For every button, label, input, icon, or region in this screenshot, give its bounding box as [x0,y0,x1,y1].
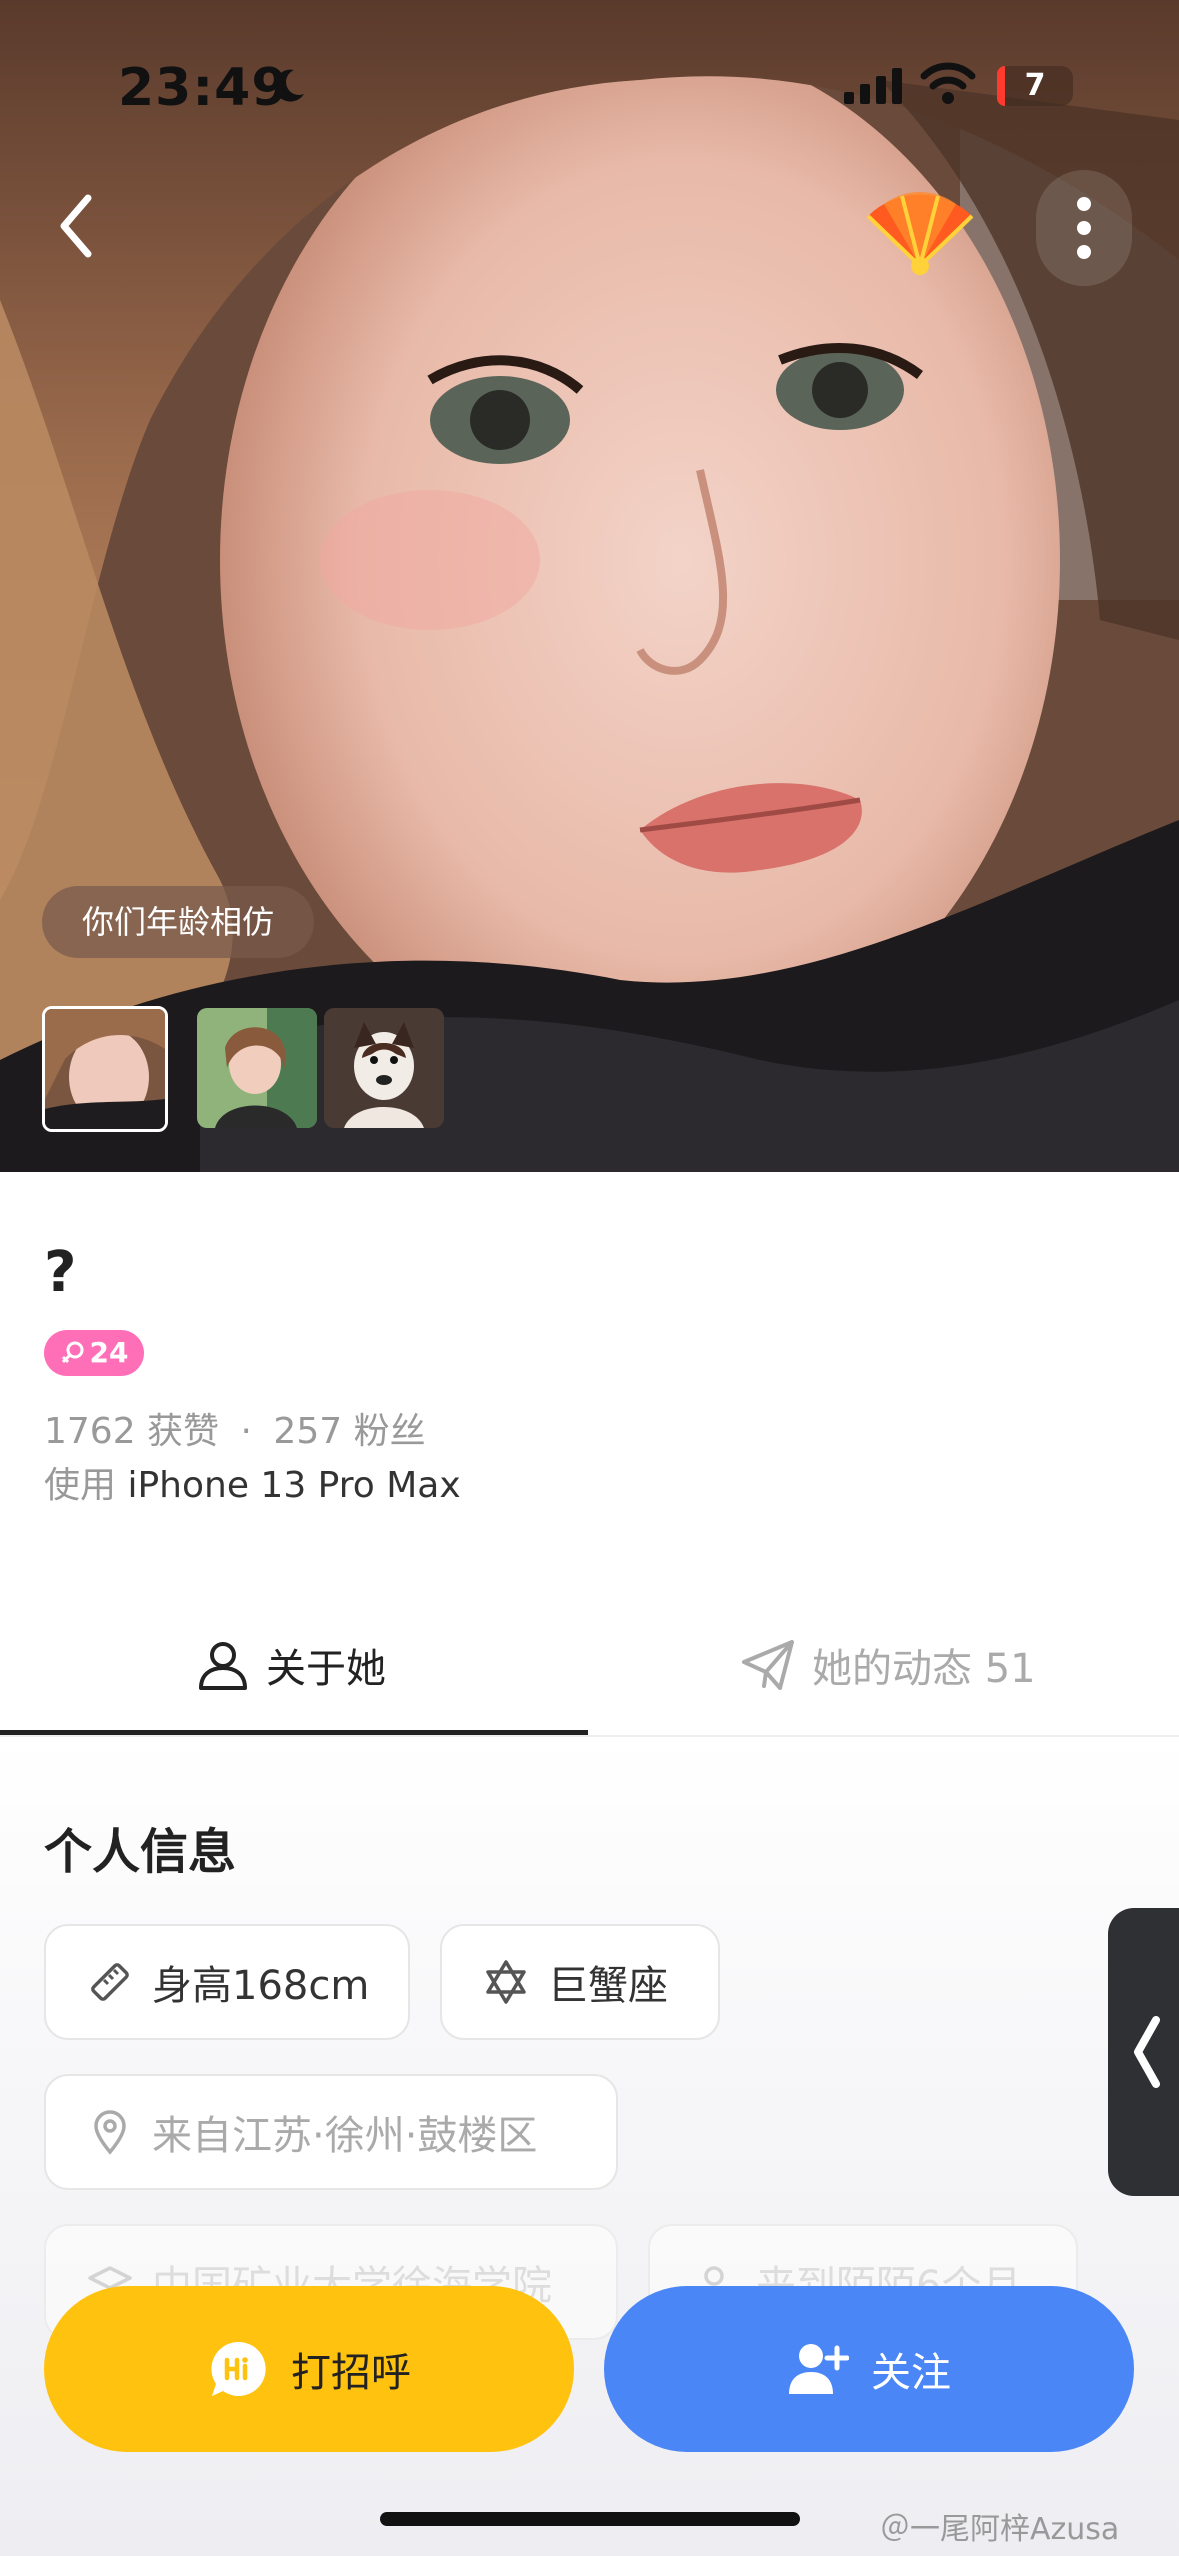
age-similar-tag: 你们年龄相仿 [42,886,315,958]
thumbnail-image [324,1008,444,1128]
status-time: 23:49 [118,58,289,118]
greet-button[interactable]: 打招呼 [44,2286,574,2452]
more-icon [1077,197,1091,259]
user-name: ? [44,1240,77,1305]
battery-percent: 7 [1024,68,1046,103]
thumbnail-1[interactable] [42,1006,168,1132]
home-indicator [380,2512,800,2526]
profile-stats: 1762 获赞 · 257 粉丝 [44,1402,426,1454]
hometown-chip: 来自江苏·徐州·鼓楼区 [44,2074,618,2190]
add-user-icon [789,2344,849,2394]
likes-count: 1762 获赞 [44,1411,220,1452]
watermark: ＠一尾阿梓Azusa [880,2512,1120,2547]
send-icon [742,1640,794,1690]
thumbnail-3[interactable] [324,1008,444,1128]
hometown-label: 来自江苏·徐州·鼓楼区 [152,2113,538,2159]
stats-separator: · [240,1411,252,1452]
thumbnail-2[interactable] [197,1008,317,1128]
fans-count: 257 粉丝 [273,1411,426,1452]
side-panel-handle[interactable] [1108,1908,1179,2196]
moon-icon [274,69,304,102]
profile-photo[interactable]: 23:49 7 你们年龄相仿 [0,0,1179,1172]
person-icon [199,1642,247,1690]
ruler-icon [91,1963,129,2001]
section-title: 个人信息 [44,1824,237,1880]
zodiac-chip: 巨蟹座 [440,1924,720,2040]
height-chip: 身高168cm [44,1924,410,2040]
chevron-left-icon [1134,2016,1160,2088]
thumbnail-image [197,1008,317,1128]
tab-her-posts[interactable]: 她的动态 51 [740,1600,1036,1730]
profile-tabs: 关于她 她的动态 51 [0,1600,1179,1736]
height-label: 身高168cm [152,1963,370,2009]
tab-about-her[interactable]: 关于她 [196,1600,386,1730]
status-bar: 23:49 7 [0,0,1179,170]
device-model: iPhone 13 Pro Max [127,1465,461,1506]
follow-button[interactable]: 关注 [604,2286,1134,2452]
user-age: 24 [89,1336,129,1369]
portrait-image [0,0,1179,1172]
tab-about-label: 关于她 [266,1646,386,1692]
back-icon[interactable] [48,186,108,266]
female-icon [61,1341,84,1364]
wifi-icon [920,62,976,104]
fan-icon[interactable] [862,182,978,278]
tab-posts-label: 她的动态 51 [812,1646,1036,1692]
greet-label: 打招呼 [291,2350,411,2396]
location-icon [94,2110,126,2155]
hi-bubble-icon [211,2341,266,2396]
thumbnail-image [45,1009,165,1129]
follow-label: 关注 [871,2350,951,2396]
signal-icon [844,68,902,104]
star-of-david-icon [486,1960,526,2004]
zodiac-label: 巨蟹座 [548,1963,668,2009]
gender-age-badge: 24 [44,1330,144,1376]
device-prefix: 使用 [44,1465,117,1506]
more-options-button[interactable] [1036,170,1132,286]
battery-indicator: 7 [997,66,1073,106]
device-info: 使用 iPhone 13 Pro Max [44,1456,461,1508]
